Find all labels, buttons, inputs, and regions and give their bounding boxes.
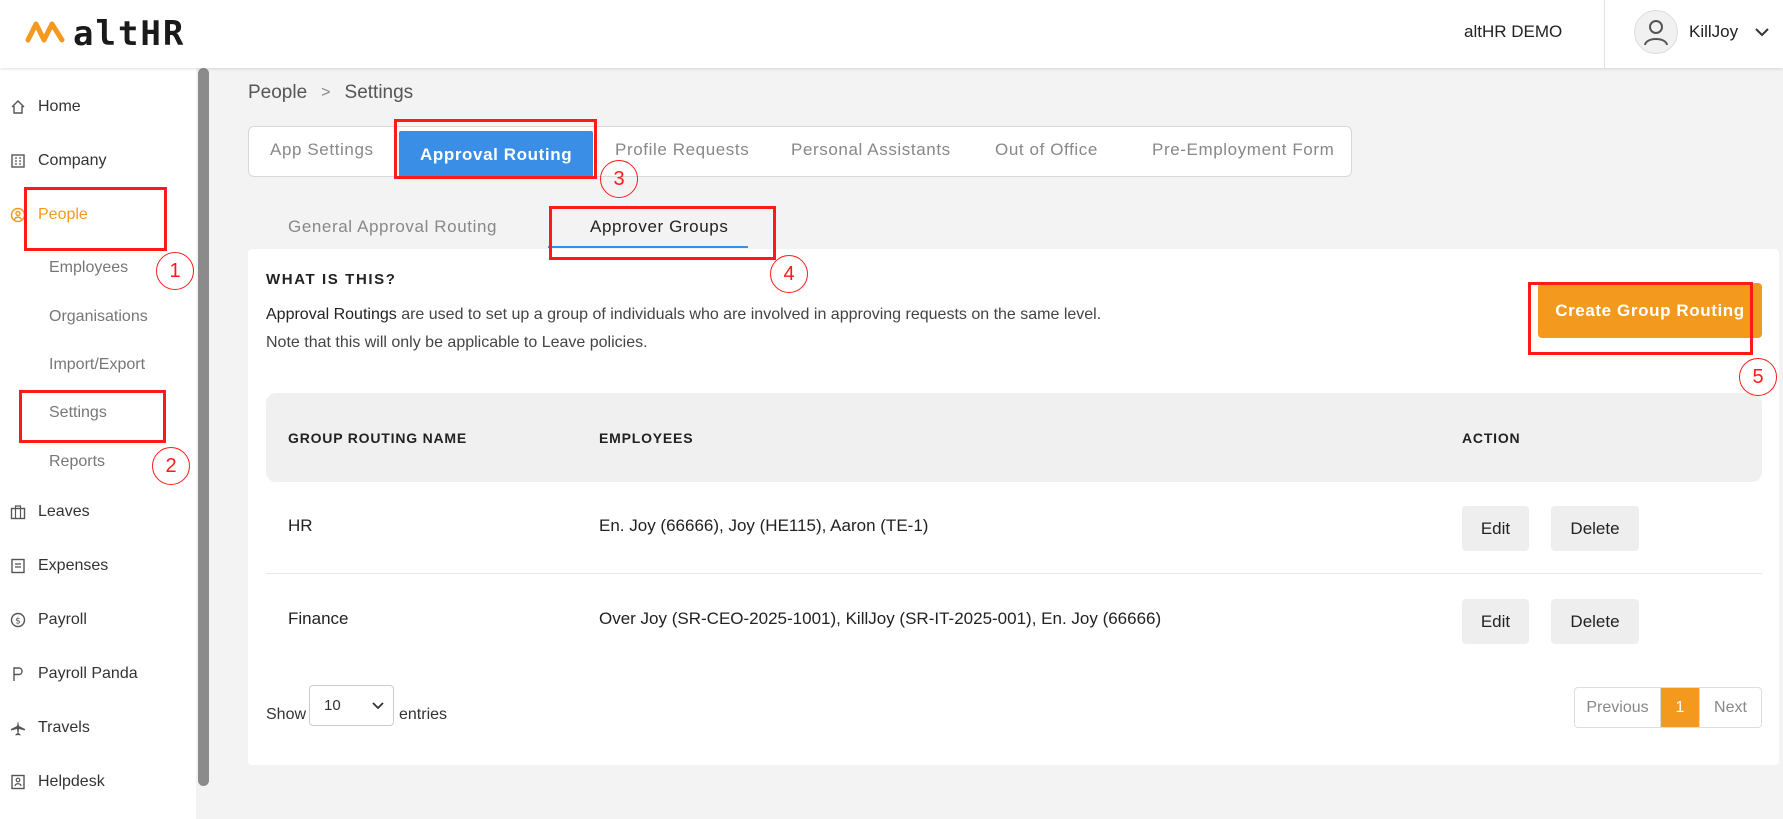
sidebar-item-leaves[interactable]: Leaves	[10, 503, 90, 521]
chevron-down-icon	[372, 702, 384, 710]
receipt-icon	[10, 558, 26, 574]
info-note: Note that this will only be applicable t…	[266, 334, 648, 351]
org-name: altHR DEMO	[1464, 22, 1563, 41]
info-description-rest: are used to set up a group of individual…	[396, 306, 1102, 323]
tab-personal-assistants[interactable]: Personal Assistants	[791, 140, 951, 160]
sidebar-item-payroll-panda[interactable]: Payroll Panda	[10, 665, 138, 683]
group-name-cell: HR	[288, 516, 313, 535]
tab-app-settings[interactable]: App Settings	[270, 140, 374, 160]
sidebar-item-travels[interactable]: Travels	[10, 719, 90, 737]
sidebar-item-home[interactable]: Home	[10, 98, 81, 116]
user-icon	[1644, 20, 1668, 46]
sidebar-item-label: Company	[38, 152, 107, 169]
chevron-down-icon[interactable]	[1754, 24, 1770, 40]
p-icon	[10, 666, 26, 682]
delete-button[interactable]: Delete	[1551, 599, 1639, 644]
delete-button[interactable]: Delete	[1551, 506, 1639, 551]
annotation-box-settings	[19, 390, 166, 443]
breadcrumb-people[interactable]: People	[248, 82, 307, 104]
user-name[interactable]: KillJoy	[1689, 22, 1738, 42]
pagination: Previous 1 Next	[1574, 687, 1762, 728]
info-description: Approval Routings are used to set up a g…	[266, 306, 1101, 324]
sidebar-item-label: Payroll Panda	[38, 665, 138, 682]
sidebar-subitem-organisations[interactable]: Organisations	[49, 308, 148, 326]
logo-mark-icon	[25, 21, 65, 43]
edit-button[interactable]: Edit	[1462, 506, 1529, 551]
breadcrumb-separator: >	[321, 84, 331, 101]
tab-out-of-office[interactable]: Out of Office	[995, 140, 1098, 160]
annotation-number: 2	[152, 447, 190, 485]
annotation-number: 1	[156, 252, 194, 290]
top-header: altHR altHR DEMO KillJoy	[0, 0, 1783, 68]
page-size-select[interactable]: 10	[309, 685, 394, 726]
page-number-button[interactable]: 1	[1661, 688, 1699, 727]
next-page-button[interactable]: Next	[1699, 688, 1761, 727]
page-size-value: 10	[324, 697, 341, 714]
edit-button[interactable]: Edit	[1462, 599, 1529, 644]
tab-profile-requests[interactable]: Profile Requests	[615, 140, 749, 160]
info-title: WHAT IS THIS?	[266, 271, 397, 288]
employees-cell: Over Joy (SR-CEO-2025-1001), KillJoy (SR…	[599, 609, 1162, 628]
info-description-bold: Approval Routings	[266, 306, 397, 323]
sidebar-item-expenses[interactable]: Expenses	[10, 557, 108, 575]
sidebar-item-label: Leaves	[38, 503, 90, 520]
group-name-cell: Finance	[288, 609, 349, 628]
sidebar-item-label: Payroll	[38, 611, 87, 628]
plane-icon	[10, 720, 26, 736]
svg-text:$: $	[15, 617, 21, 627]
annotation-box-approver-groups	[549, 206, 776, 260]
building-icon	[10, 153, 26, 169]
tab-pre-employment-form[interactable]: Pre-Employment Form	[1152, 140, 1334, 160]
sidebar-item-company[interactable]: Company	[10, 152, 106, 170]
sidebar-item-helpdesk[interactable]: Helpdesk	[10, 773, 105, 791]
annotation-number: 3	[600, 160, 638, 198]
previous-page-button[interactable]: Previous	[1575, 688, 1661, 727]
column-header-action: ACTION	[1462, 430, 1521, 446]
show-label: Show	[266, 706, 307, 723]
home-icon	[10, 99, 26, 115]
column-header-group-name: GROUP ROUTING NAME	[288, 430, 468, 446]
logo-text: altHR	[73, 14, 186, 54]
helpdesk-icon	[10, 774, 26, 790]
sidebar-subitem-import-export[interactable]: Import/Export	[49, 356, 145, 374]
table-row: Finance Over Joy (SR-CEO-2025-1001), Kil…	[266, 575, 1762, 667]
employees-cell: En. Joy (66666), Joy (HE115), Aaron (TE-…	[599, 516, 929, 535]
sidebar-item-label: Expenses	[38, 557, 109, 574]
breadcrumb: People > Settings	[248, 82, 413, 104]
sidebar-scrollbar[interactable]	[198, 68, 209, 786]
column-header-employees: EMPLOYEES	[599, 430, 694, 446]
sidebar-item-label: Home	[38, 98, 81, 115]
entries-label: entries	[399, 706, 448, 723]
sidebar-subitem-reports[interactable]: Reports	[49, 453, 105, 471]
dollar-icon: $	[10, 612, 26, 628]
annotation-box-create-button	[1528, 282, 1753, 355]
breadcrumb-settings: Settings	[344, 82, 414, 103]
table-header: GROUP ROUTING NAME EMPLOYEES ACTION	[266, 393, 1762, 482]
annotation-box-people	[24, 187, 167, 251]
annotation-number: 4	[770, 255, 808, 293]
annotation-number: 5	[1739, 358, 1777, 396]
sidebar: Home Company People Employees Organisati…	[0, 68, 196, 819]
table-row: HR En. Joy (66666), Joy (HE115), Aaron (…	[266, 482, 1762, 574]
sidebar-subitem-employees[interactable]: Employees	[49, 259, 128, 277]
routing-subtabs: General Approval Routing Approver Groups	[248, 205, 1758, 250]
althr-logo[interactable]: altHR	[25, 14, 185, 54]
annotation-box-approval-routing	[394, 119, 597, 179]
briefcase-icon	[10, 504, 26, 520]
sidebar-item-payroll[interactable]: $ Payroll	[10, 611, 87, 629]
tab-general-approval-routing[interactable]: General Approval Routing	[288, 217, 497, 237]
sidebar-item-label: Travels	[38, 719, 90, 736]
header-divider	[1604, 0, 1605, 68]
avatar[interactable]	[1634, 10, 1678, 54]
sidebar-item-label: Helpdesk	[38, 773, 105, 790]
